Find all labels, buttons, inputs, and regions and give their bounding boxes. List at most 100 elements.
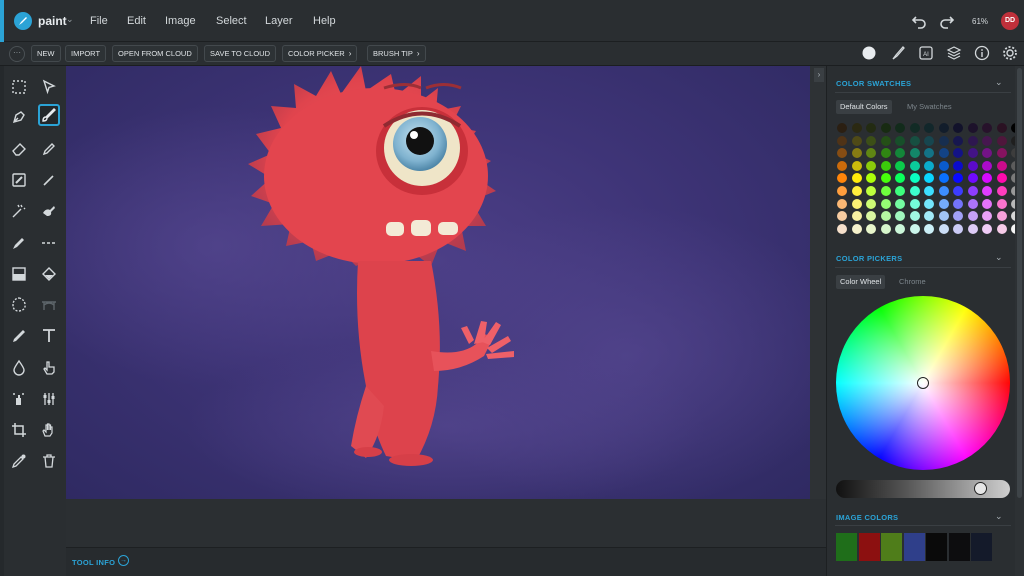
- color-swatch[interactable]: [982, 148, 992, 159]
- color-swatch[interactable]: [996, 211, 1007, 222]
- settings-tab-icon[interactable]: [1002, 45, 1018, 61]
- color-swatch[interactable]: [909, 186, 920, 196]
- color-swatch[interactable]: [880, 186, 891, 196]
- menu-help[interactable]: Help: [313, 15, 336, 27]
- brightness-slider-handle[interactable]: [974, 482, 987, 495]
- lasso-blob-icon[interactable]: [8, 294, 30, 316]
- color-swatch[interactable]: [938, 148, 949, 159]
- color-swatch[interactable]: [953, 148, 963, 159]
- arrow-right-circle-icon[interactable]: →: [118, 555, 129, 566]
- color-swatch[interactable]: [837, 135, 847, 146]
- color-swatch[interactable]: [837, 211, 847, 222]
- color-swatch[interactable]: [924, 198, 934, 209]
- color-swatch[interactable]: [953, 223, 963, 234]
- color-swatch[interactable]: [953, 160, 963, 171]
- pencil-icon[interactable]: [38, 138, 60, 160]
- tab-default-colors[interactable]: Default Colors: [836, 100, 892, 114]
- color-swatch[interactable]: [895, 173, 905, 184]
- color-swatch[interactable]: [851, 148, 862, 159]
- color-swatch[interactable]: [924, 186, 934, 196]
- fill-bucket-icon[interactable]: [38, 263, 60, 285]
- color-swatch[interactable]: [909, 123, 920, 133]
- color-swatch[interactable]: [967, 148, 978, 159]
- color-swatch[interactable]: [909, 223, 920, 234]
- menu-file[interactable]: File: [90, 15, 108, 27]
- color-swatch[interactable]: [837, 173, 847, 184]
- color-swatch[interactable]: [895, 211, 905, 222]
- color-swatch[interactable]: [967, 160, 978, 171]
- image-color-chip[interactable]: [926, 533, 947, 561]
- color-swatch[interactable]: [895, 186, 905, 196]
- color-swatch[interactable]: [866, 123, 876, 133]
- color-swatch[interactable]: [895, 160, 905, 171]
- color-swatch[interactable]: [967, 223, 978, 234]
- color-swatch[interactable]: [880, 223, 891, 234]
- color-swatch[interactable]: [851, 160, 862, 171]
- line-pencil-icon[interactable]: [38, 169, 60, 191]
- color-swatch[interactable]: [982, 198, 992, 209]
- dashed-line-icon[interactable]: [38, 232, 60, 254]
- pan-hand-icon[interactable]: [38, 419, 60, 441]
- color-tab-icon[interactable]: [861, 45, 877, 61]
- color-swatch[interactable]: [909, 148, 920, 159]
- color-swatch[interactable]: [880, 211, 891, 222]
- image-color-chip[interactable]: [971, 533, 992, 561]
- color-swatch[interactable]: [953, 198, 963, 209]
- color-swatch[interactable]: [967, 186, 978, 196]
- color-swatch[interactable]: [924, 148, 934, 159]
- color-swatch[interactable]: [982, 160, 992, 171]
- new-button[interactable]: NEW: [31, 45, 61, 62]
- color-picker-button[interactable]: COLOR PICKER ›: [282, 45, 358, 62]
- color-swatch[interactable]: [982, 135, 992, 146]
- smudge-icon[interactable]: [38, 200, 60, 222]
- color-swatch[interactable]: [895, 198, 905, 209]
- color-swatch[interactable]: [996, 186, 1007, 196]
- tool-info-label[interactable]: TOOL INFO: [72, 558, 115, 567]
- color-swatch[interactable]: [938, 223, 949, 234]
- color-swatch[interactable]: [996, 173, 1007, 184]
- zoom-level[interactable]: 61%: [972, 17, 988, 26]
- color-swatch[interactable]: [866, 223, 876, 234]
- tab-color-wheel[interactable]: Color Wheel: [836, 275, 886, 289]
- brush-tab-icon[interactable]: [890, 45, 906, 61]
- chevron-right-icon[interactable]: ›: [814, 68, 824, 82]
- color-swatch[interactable]: [924, 135, 934, 146]
- color-swatch[interactable]: [982, 123, 992, 133]
- color-swatch[interactable]: [837, 223, 847, 234]
- color-swatch[interactable]: [982, 223, 992, 234]
- artwork-canvas[interactable]: [66, 66, 810, 499]
- tab-my-swatches[interactable]: My Swatches: [903, 100, 956, 114]
- image-color-chip[interactable]: [858, 533, 880, 561]
- pen-icon[interactable]: [8, 106, 30, 128]
- color-swatch[interactable]: [866, 211, 876, 222]
- trash-icon[interactable]: [38, 450, 60, 472]
- transform-icon[interactable]: [8, 169, 30, 191]
- color-swatch[interactable]: [851, 223, 862, 234]
- brush-icon[interactable]: [38, 104, 60, 126]
- color-swatch[interactable]: [967, 123, 978, 133]
- chevron-down-icon[interactable]: ⌄: [66, 14, 74, 25]
- color-swatch[interactable]: [909, 173, 920, 184]
- marquee-icon[interactable]: [8, 76, 30, 98]
- app-logo-icon[interactable]: [14, 12, 32, 30]
- color-swatch[interactable]: [909, 160, 920, 171]
- color-swatch[interactable]: [866, 160, 876, 171]
- color-swatch[interactable]: [837, 123, 847, 133]
- color-swatch[interactable]: [866, 198, 876, 209]
- color-swatch[interactable]: [938, 211, 949, 222]
- color-swatch[interactable]: [996, 148, 1007, 159]
- spray-icon[interactable]: [8, 388, 30, 410]
- color-swatch[interactable]: [837, 186, 847, 196]
- color-swatch[interactable]: [938, 198, 949, 209]
- magic-icon[interactable]: [8, 200, 30, 222]
- image-colors-title[interactable]: IMAGE COLORS: [836, 513, 898, 522]
- color-swatch[interactable]: [866, 135, 876, 146]
- color-swatch[interactable]: [996, 135, 1007, 146]
- color-swatch[interactable]: [938, 123, 949, 133]
- color-swatch[interactable]: [924, 160, 934, 171]
- color-swatch[interactable]: [880, 173, 891, 184]
- color-swatch[interactable]: [837, 198, 847, 209]
- color-swatch[interactable]: [938, 160, 949, 171]
- chevron-down-icon[interactable]: ⌄: [995, 511, 1003, 522]
- color-swatch[interactable]: [953, 211, 963, 222]
